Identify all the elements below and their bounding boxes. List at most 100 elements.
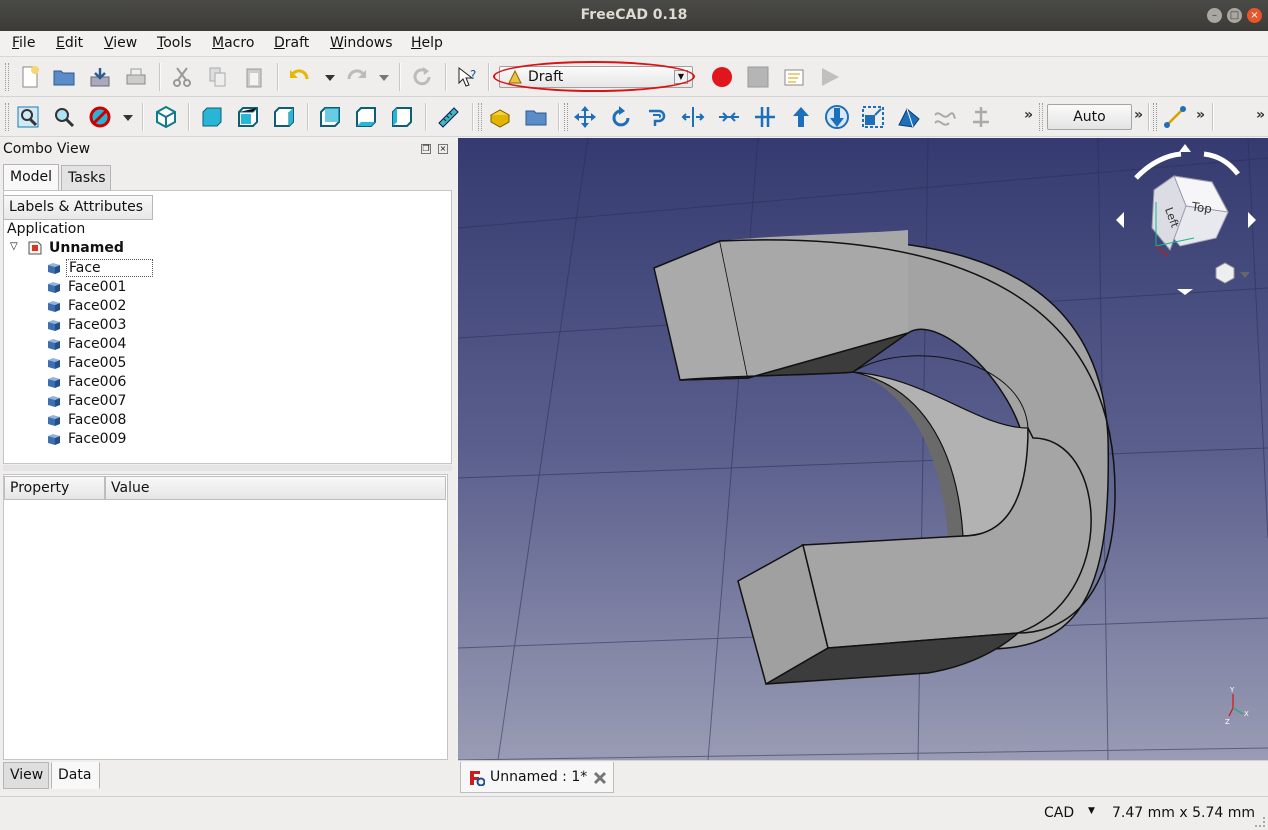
whats-this-icon[interactable]: ?: [454, 63, 482, 91]
overflow-icon[interactable]: »: [1134, 107, 1143, 123]
tab-data[interactable]: Data: [51, 762, 100, 789]
tree-item-face[interactable]: Face: [66, 259, 153, 277]
navigation-style[interactable]: CAD: [1044, 805, 1074, 821]
rotate-right-icon[interactable]: [1203, 151, 1240, 176]
toolbar-grip[interactable]: [1153, 103, 1157, 131]
menu-draft[interactable]: Draft: [274, 35, 309, 51]
paste-icon[interactable]: [240, 63, 268, 91]
cut-icon[interactable]: [168, 63, 196, 91]
menu-edit[interactable]: Edit: [56, 35, 83, 51]
stop-macro-icon[interactable]: [744, 63, 772, 91]
isometric-view-icon[interactable]: [152, 103, 180, 131]
downgrade-icon[interactable]: [823, 103, 851, 131]
undo-icon[interactable]: [286, 63, 314, 91]
maximize-button[interactable]: □: [1227, 8, 1242, 23]
tab-tasks[interactable]: Tasks: [61, 165, 111, 192]
record-macro-icon[interactable]: [708, 63, 736, 91]
refresh-icon[interactable]: [408, 63, 436, 91]
bottom-view-icon[interactable]: [352, 103, 380, 131]
close-panel-icon[interactable]: ×: [438, 144, 448, 154]
redo-dropdown-icon[interactable]: [370, 63, 398, 91]
float-panel-icon[interactable]: ❐: [421, 144, 431, 154]
menu-view[interactable]: View: [104, 35, 137, 51]
value-column-header[interactable]: Value: [105, 476, 446, 500]
toolbar-grip[interactable]: [1039, 103, 1043, 131]
close-window-button[interactable]: ×: [1247, 8, 1262, 23]
upgrade-icon[interactable]: [787, 103, 815, 131]
snap-lock-icon[interactable]: [1161, 103, 1189, 131]
create-group-icon[interactable]: [522, 103, 550, 131]
overflow-icon[interactable]: »: [1024, 107, 1033, 123]
tree-item-face[interactable]: Face005: [66, 355, 128, 371]
fit-selection-icon[interactable]: [50, 103, 78, 131]
navcube-menu-icon[interactable]: [1240, 272, 1250, 278]
panel-splitter[interactable]: [3, 465, 452, 471]
tree-item-face[interactable]: Face001: [66, 279, 128, 295]
document-tab[interactable]: Unnamed : 1*: [460, 762, 614, 793]
tree-item-face[interactable]: Face006: [66, 374, 128, 390]
rotate-icon[interactable]: [607, 103, 635, 131]
menu-windows[interactable]: Windows: [330, 35, 393, 51]
new-document-icon[interactable]: [16, 63, 44, 91]
right-view-icon[interactable]: [270, 103, 298, 131]
close-tab-icon[interactable]: [593, 771, 607, 785]
top-view-icon[interactable]: [234, 103, 262, 131]
nav-left-arrow-icon[interactable]: [1116, 212, 1124, 228]
tree-item-face[interactable]: Face003: [66, 317, 128, 333]
resize-grip[interactable]: [1255, 817, 1265, 827]
create-part-icon[interactable]: [486, 103, 514, 131]
overflow-icon[interactable]: »: [1256, 107, 1265, 123]
minimize-button[interactable]: –: [1207, 8, 1222, 23]
fit-all-icon[interactable]: [14, 103, 42, 131]
nav-up-arrow-icon[interactable]: [1179, 144, 1191, 152]
nav-down-arrow-icon[interactable]: [1177, 289, 1193, 295]
copy-icon[interactable]: [204, 63, 232, 91]
macro-editor-icon[interactable]: [780, 63, 808, 91]
labels-attributes-header[interactable]: Labels & Attributes: [3, 195, 153, 220]
rotate-left-icon[interactable]: [1134, 151, 1182, 180]
tree-item-face[interactable]: Face002: [66, 298, 128, 314]
left-view-icon[interactable]: [388, 103, 416, 131]
toolbar-grip[interactable]: [564, 103, 568, 131]
working-plane-button[interactable]: Auto: [1047, 104, 1132, 130]
menu-file[interactable]: File: [12, 35, 35, 51]
trimex-icon[interactable]: [679, 103, 707, 131]
navigation-cube[interactable]: Top Left: [1106, 140, 1261, 300]
draw-style-dropdown-icon[interactable]: [114, 103, 142, 131]
tab-model[interactable]: Model: [3, 164, 59, 191]
offset-icon[interactable]: [643, 103, 671, 131]
3d-viewport[interactable]: Y X Z Top Left: [458, 138, 1268, 760]
draw-style-icon[interactable]: [86, 103, 114, 131]
menu-help[interactable]: Help: [411, 35, 443, 51]
overflow-icon[interactable]: »: [1196, 107, 1205, 123]
chevron-down-icon[interactable]: ▼: [1088, 806, 1095, 816]
tree-item-face[interactable]: Face007: [66, 393, 128, 409]
tree-item-face[interactable]: Face008: [66, 412, 128, 428]
tree-item-face[interactable]: Face004: [66, 336, 128, 352]
menu-macro[interactable]: Macro: [212, 35, 254, 51]
nav-right-arrow-icon[interactable]: [1248, 212, 1256, 228]
menu-tools[interactable]: Tools: [157, 35, 192, 51]
document-name[interactable]: Unnamed: [49, 240, 124, 256]
tree-item-face[interactable]: Face009: [66, 431, 128, 447]
toolbar-grip[interactable]: [478, 103, 482, 131]
expand-icon[interactable]: ▽: [10, 241, 18, 252]
save-document-icon[interactable]: [86, 63, 114, 91]
split-icon[interactable]: [751, 103, 779, 131]
tab-view[interactable]: View: [3, 762, 49, 789]
move-icon[interactable]: [571, 103, 599, 131]
print-icon[interactable]: [122, 63, 150, 91]
add-point-icon[interactable]: [967, 103, 995, 131]
toolbar-grip[interactable]: [5, 63, 9, 91]
workbench-selector[interactable]: Draft ▼: [499, 66, 693, 88]
rear-view-icon[interactable]: [316, 103, 344, 131]
scale-icon[interactable]: [859, 103, 887, 131]
draft-to-sketch-icon[interactable]: [895, 103, 923, 131]
redo-icon[interactable]: [342, 63, 370, 91]
chevron-down-icon[interactable]: ▼: [674, 70, 688, 84]
measure-distance-icon[interactable]: [434, 103, 462, 131]
upgrade-join-icon[interactable]: [715, 103, 743, 131]
run-macro-icon[interactable]: [816, 63, 844, 91]
wire-to-bspline-icon[interactable]: [931, 103, 959, 131]
property-column-header[interactable]: Property: [4, 476, 105, 500]
